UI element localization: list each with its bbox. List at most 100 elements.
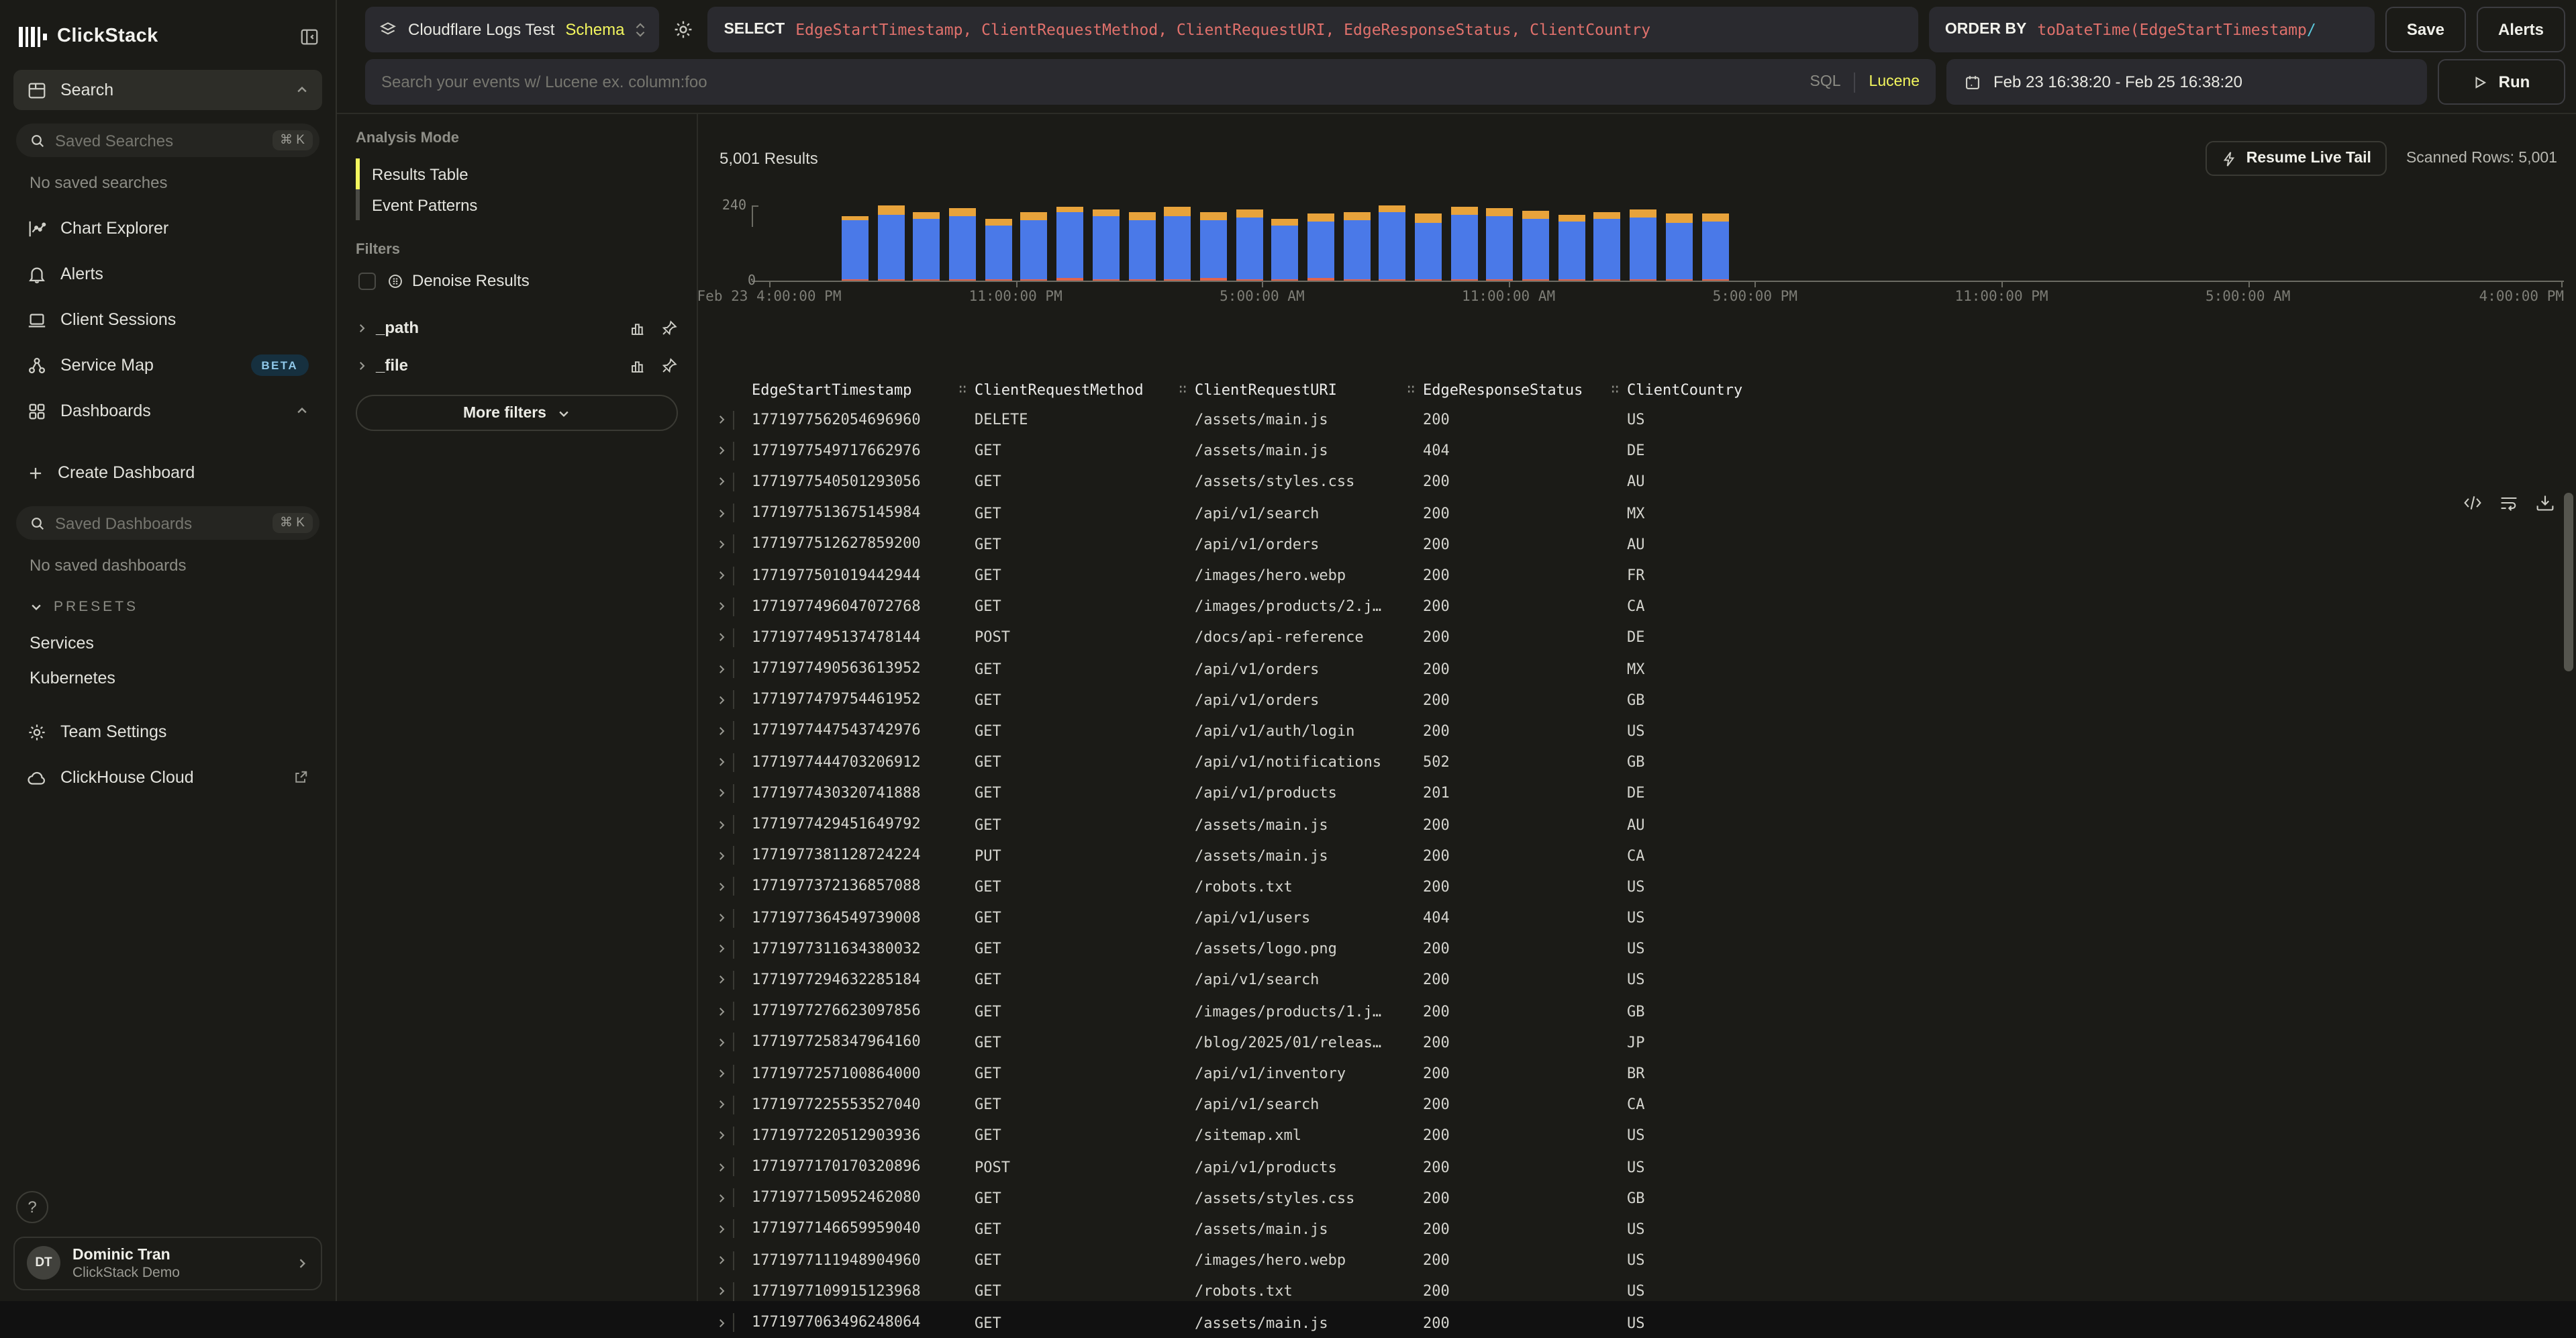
- row-expand-chevron-icon[interactable]: [709, 787, 733, 800]
- run-button[interactable]: Run: [2438, 59, 2565, 105]
- row-expand-chevron-icon[interactable]: [709, 849, 733, 861]
- table-row[interactable]: 1771977372136857088GET/robots.txt200US: [698, 871, 2576, 902]
- histogram-bar[interactable]: [1200, 212, 1227, 281]
- column-header-clientcountry[interactable]: ClientCountry: [1627, 381, 2576, 398]
- saved-searches-input[interactable]: Saved Searches ⌘ K: [16, 124, 319, 157]
- table-row[interactable]: 1771977429451649792GET/assets/main.js200…: [698, 809, 2576, 840]
- row-expand-chevron-icon[interactable]: [709, 974, 733, 986]
- table-row[interactable]: 1771977294632285184GET/api/v1/search200U…: [698, 965, 2576, 996]
- column-header-clientrequestmethod[interactable]: ClientRequestMethod∷: [975, 381, 1195, 398]
- row-expand-chevron-icon[interactable]: [709, 445, 733, 457]
- row-expand-chevron-icon[interactable]: [709, 1254, 733, 1266]
- histogram-bar[interactable]: [1343, 212, 1370, 281]
- column-resize-grip[interactable]: ∷: [1407, 382, 1423, 397]
- histogram-bar[interactable]: [1522, 211, 1549, 281]
- sidebar-item-client-sessions[interactable]: Client Sessions: [13, 299, 322, 340]
- table-row[interactable]: 1771977276623097856GET/images/products/1…: [698, 996, 2576, 1026]
- denoise-checkbox[interactable]: [358, 272, 376, 289]
- histogram-bar[interactable]: [1666, 213, 1693, 281]
- row-expand-chevron-icon[interactable]: [709, 1286, 733, 1298]
- table-row[interactable]: 1771977479754461952GET/api/v1/orders200G…: [698, 684, 2576, 715]
- histogram-bar[interactable]: [949, 208, 976, 281]
- row-expand-chevron-icon[interactable]: [709, 1317, 733, 1329]
- histogram-bar[interactable]: [1272, 220, 1299, 281]
- row-expand-chevron-icon[interactable]: [709, 476, 733, 488]
- row-expand-chevron-icon[interactable]: [709, 600, 733, 612]
- sidebar-item-chart-explorer[interactable]: Chart Explorer: [13, 208, 322, 248]
- table-row[interactable]: 1771977495137478144POST/docs/api-referen…: [698, 622, 2576, 653]
- row-expand-chevron-icon[interactable]: [709, 694, 733, 706]
- histogram-bar[interactable]: [1487, 208, 1514, 281]
- table-row[interactable]: 1771977381128724224PUT/assets/main.js200…: [698, 840, 2576, 871]
- sidebar-item-alerts[interactable]: Alerts: [13, 254, 322, 294]
- results-histogram[interactable]: 240 0 Feb 23 4:00:00 PM11:00:00 PM5:00:0…: [725, 205, 2564, 309]
- column-resize-grip[interactable]: ∷: [1611, 382, 1627, 397]
- table-row[interactable]: 1771977444703206912GET/api/v1/notificati…: [698, 747, 2576, 777]
- row-expand-chevron-icon[interactable]: [709, 507, 733, 519]
- row-expand-chevron-icon[interactable]: [709, 414, 733, 426]
- row-expand-chevron-icon[interactable]: [709, 1223, 733, 1235]
- histogram-bar[interactable]: [1093, 209, 1120, 281]
- histogram-bar[interactable]: [1164, 207, 1191, 281]
- row-expand-chevron-icon[interactable]: [709, 632, 733, 644]
- table-row[interactable]: 1771977512627859200GET/api/v1/orders200A…: [698, 529, 2576, 560]
- row-expand-chevron-icon[interactable]: [709, 1005, 733, 1017]
- create-dashboard-button[interactable]: Create Dashboard: [13, 452, 322, 493]
- histogram-bar[interactable]: [877, 205, 904, 281]
- filter-field-path[interactable]: _path: [356, 309, 678, 346]
- table-row[interactable]: 1771977225553527040GET/api/v1/search200C…: [698, 1089, 2576, 1120]
- histogram-bar[interactable]: [1307, 213, 1334, 281]
- table-row[interactable]: 1771977258347964160GET/blog/2025/01/rele…: [698, 1027, 2576, 1058]
- source-selector[interactable]: Cloudflare Logs Test Schema: [365, 7, 659, 52]
- histogram-bar[interactable]: [1056, 207, 1083, 281]
- pin-icon[interactable]: [660, 319, 678, 336]
- sidebar-item-search[interactable]: Search: [13, 70, 322, 110]
- sidebar-item-service-map[interactable]: Service Map BETA: [13, 345, 322, 385]
- sidebar-item-team-settings[interactable]: Team Settings: [13, 712, 322, 752]
- preset-kubernetes[interactable]: Kubernetes: [13, 661, 322, 696]
- help-icon[interactable]: ?: [16, 1190, 48, 1223]
- column-resize-grip[interactable]: ∷: [958, 382, 975, 397]
- histogram-bar[interactable]: [1236, 209, 1262, 281]
- row-expand-chevron-icon[interactable]: [709, 569, 733, 581]
- table-row[interactable]: 1771977430320741888GET/api/v1/products20…: [698, 778, 2576, 809]
- histogram-bar[interactable]: [1379, 205, 1406, 281]
- alerts-button[interactable]: Alerts: [2477, 7, 2565, 52]
- column-resize-grip[interactable]: ∷: [1179, 382, 1195, 397]
- table-row[interactable]: 1771977562054696960DELETE/assets/main.js…: [698, 404, 2576, 435]
- table-row[interactable]: 1771977257100864000GET/api/v1/inventory2…: [698, 1058, 2576, 1089]
- row-expand-chevron-icon[interactable]: [709, 725, 733, 737]
- column-header-edgestarttimestamp[interactable]: EdgeStartTimestamp∷: [733, 381, 975, 398]
- filter-field-file[interactable]: _file: [356, 346, 678, 384]
- user-menu[interactable]: DT Dominic Tran ClickStack Demo: [13, 1236, 322, 1290]
- select-clause-input[interactable]: SELECT EdgeStartTimestamp, ClientRequest…: [707, 7, 1918, 52]
- row-expand-chevron-icon[interactable]: [709, 1161, 733, 1173]
- denoise-label[interactable]: Denoise Results: [412, 271, 530, 290]
- row-expand-chevron-icon[interactable]: [709, 1067, 733, 1080]
- sidebar-item-clickhouse-cloud[interactable]: ClickHouse Cloud: [13, 757, 322, 798]
- pin-icon[interactable]: [660, 356, 678, 374]
- histogram-bar[interactable]: [913, 211, 940, 281]
- row-expand-chevron-icon[interactable]: [709, 663, 733, 675]
- more-filters-button[interactable]: More filters: [356, 395, 678, 431]
- table-row[interactable]: 1771977111948904960GET/images/hero.webp2…: [698, 1245, 2576, 1276]
- row-expand-chevron-icon[interactable]: [709, 1130, 733, 1142]
- saved-dashboards-input[interactable]: Saved Dashboards ⌘ K: [16, 506, 319, 540]
- table-row[interactable]: 1771977311634380032GET/assets/logo.png20…: [698, 933, 2576, 964]
- source-settings-gear-icon[interactable]: [670, 19, 697, 40]
- resume-live-tail-button[interactable]: Resume Live Tail: [2206, 141, 2387, 176]
- histogram-bar[interactable]: [1415, 214, 1442, 281]
- histogram-bar[interactable]: [1021, 212, 1048, 281]
- row-expand-chevron-icon[interactable]: [709, 756, 733, 768]
- table-row[interactable]: 1771977549717662976GET/assets/main.js404…: [698, 435, 2576, 466]
- histogram-bar[interactable]: [1128, 212, 1155, 281]
- histogram-bar[interactable]: [1594, 211, 1621, 281]
- table-row[interactable]: 1771977501019442944GET/images/hero.webp2…: [698, 560, 2576, 591]
- table-row[interactable]: 1771977496047072768GET/images/products/2…: [698, 591, 2576, 622]
- view-source-code-icon[interactable]: [2463, 494, 2482, 512]
- row-expand-chevron-icon[interactable]: [709, 912, 733, 924]
- presets-header[interactable]: PRESETS: [13, 591, 322, 626]
- lang-toggle-lucene[interactable]: Lucene: [1869, 74, 1920, 90]
- row-expand-chevron-icon[interactable]: [709, 538, 733, 551]
- lang-toggle-sql[interactable]: SQL: [1810, 74, 1841, 90]
